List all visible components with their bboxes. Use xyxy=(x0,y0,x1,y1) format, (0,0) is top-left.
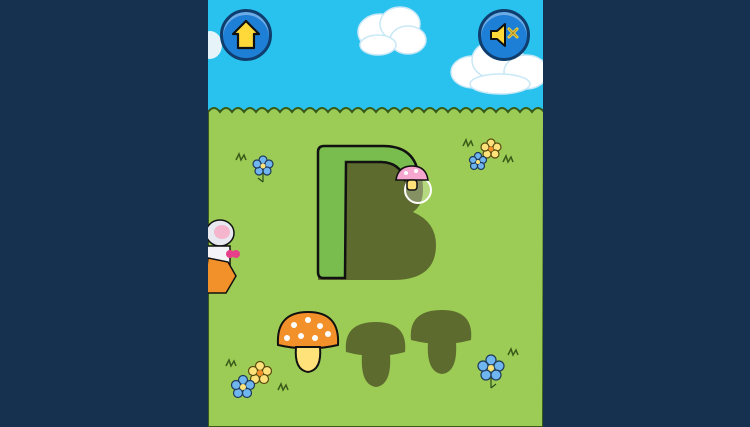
home-button[interactable] xyxy=(220,9,272,61)
sound-button[interactable] xyxy=(478,9,530,61)
game-scene xyxy=(208,0,543,427)
sound-muted-icon xyxy=(490,23,519,47)
game-stage xyxy=(208,0,543,427)
home-icon xyxy=(231,19,261,50)
